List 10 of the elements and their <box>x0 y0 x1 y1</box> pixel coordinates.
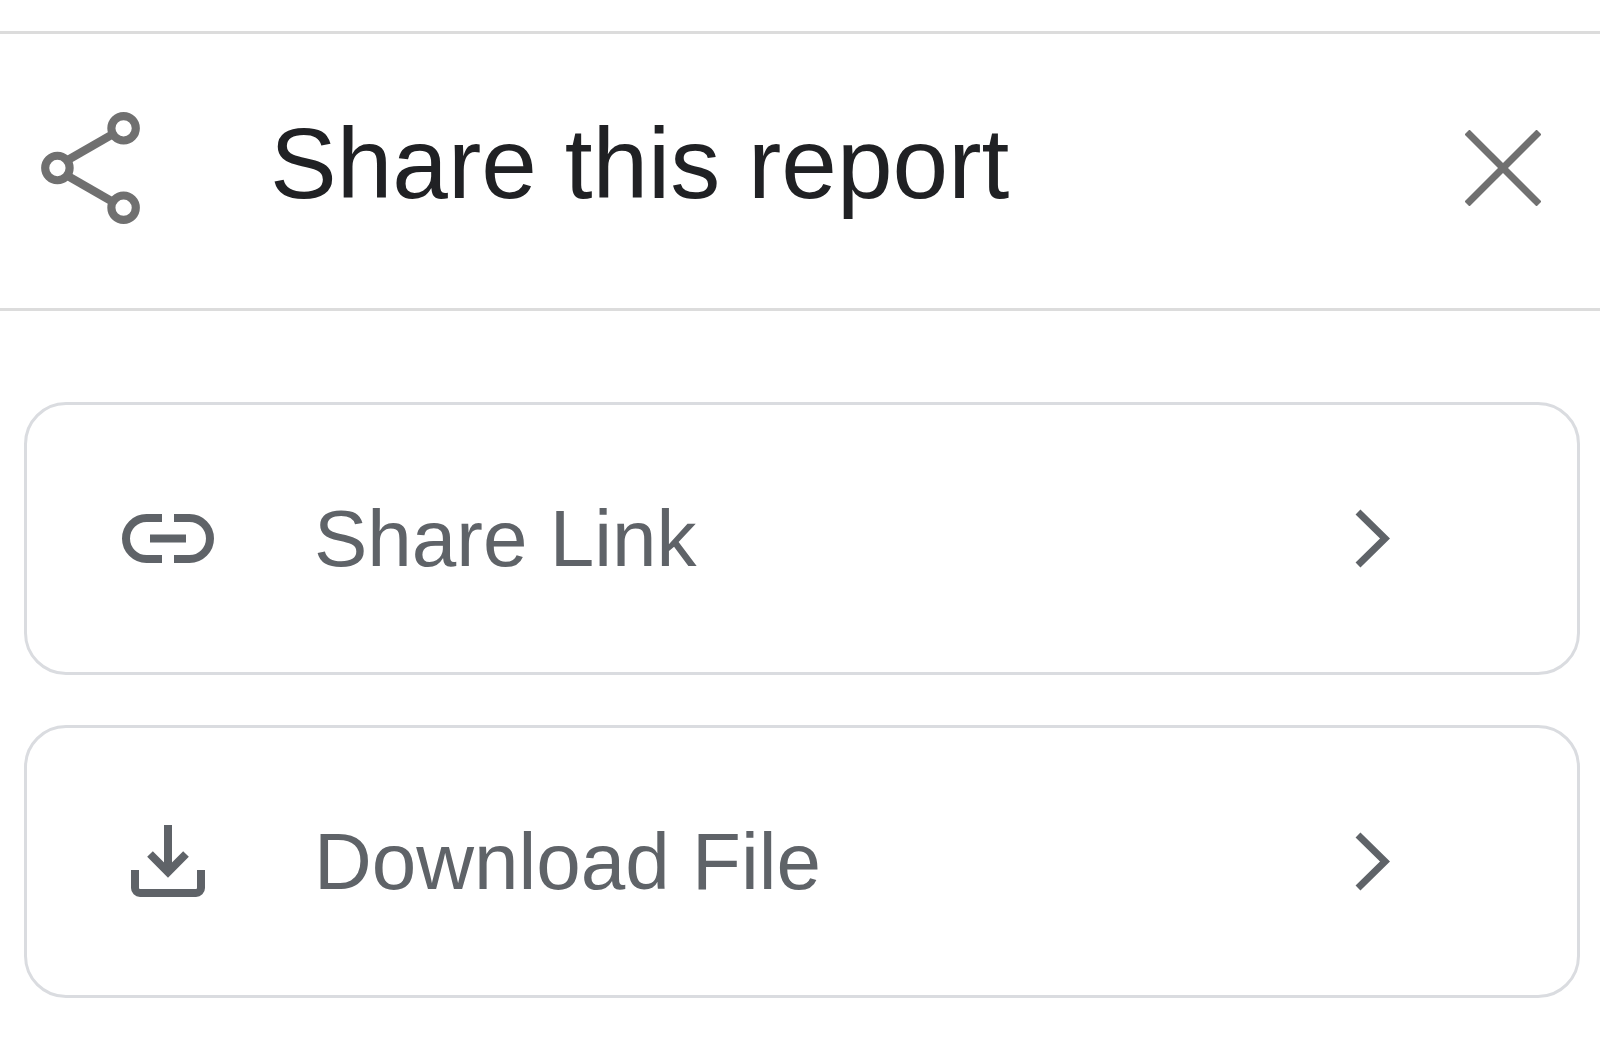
link-icon <box>122 514 214 563</box>
download-icon <box>131 825 205 898</box>
close-icon <box>1465 130 1541 206</box>
share-icon <box>41 112 140 224</box>
dialog-title: Share this report <box>270 105 1011 221</box>
close-button[interactable] <box>1465 130 1541 206</box>
chevron-right-icon <box>1354 832 1390 891</box>
menu-item[interactable]: Share Link <box>24 402 1580 675</box>
chevron-right-icon <box>1354 509 1390 568</box>
menu-item[interactable]: Download File <box>24 725 1580 998</box>
